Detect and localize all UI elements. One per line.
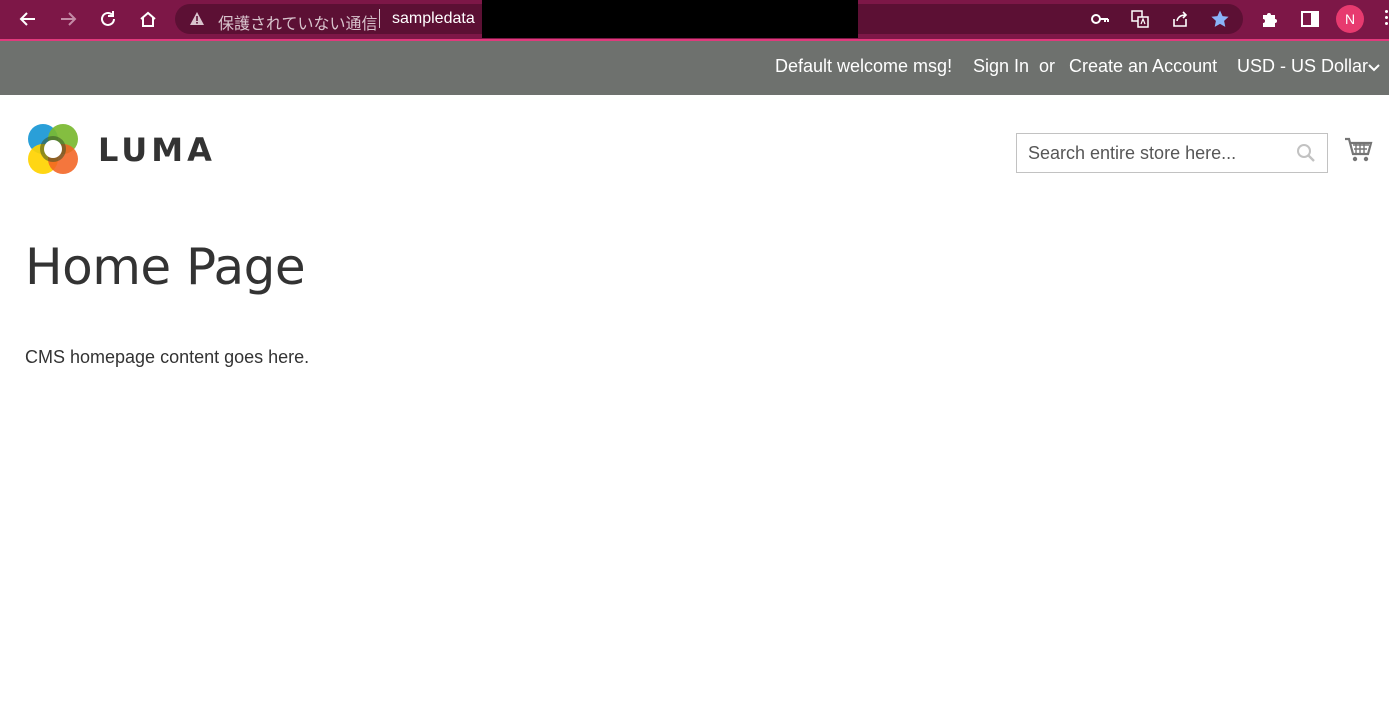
divider [379,9,380,28]
redacted-block [482,0,858,38]
welcome-message: Default welcome msg! [775,56,953,76]
back-button[interactable] [15,6,41,32]
browser-menu-icon[interactable] [1383,10,1389,30]
home-icon [140,11,156,27]
bookmark-star-icon[interactable] [1210,9,1230,29]
puzzle-icon [1263,13,1277,27]
luma-logo-text[interactable]: LUMA [98,131,216,169]
reload-button[interactable] [95,6,121,32]
back-arrow-icon [19,12,35,26]
share-icon[interactable] [1170,9,1190,29]
page-title: Home Page [25,238,306,296]
create-account-link[interactable]: Create an Account [1069,56,1217,77]
forward-button[interactable] [55,6,81,32]
home-button[interactable] [135,6,161,32]
warning-icon [190,12,204,25]
address-bar[interactable]: 保護されていない通信 sampledata [175,0,1243,38]
search-input[interactable] [1017,134,1327,172]
cms-content-text: CMS homepage content goes here. [25,347,310,367]
password-key-icon[interactable] [1090,9,1110,29]
chevron-down-icon[interactable] [1367,63,1381,73]
shopping-cart-icon[interactable] [1344,135,1374,165]
side-panel-icon [1301,11,1319,27]
or-label: or [1039,56,1056,76]
extensions-button[interactable] [1258,7,1282,31]
browser-toolbar: 保護されていない通信 sampledata N [0,0,1389,41]
search-box [1016,133,1328,173]
sign-in-link[interactable]: Sign In [973,56,1029,77]
side-panel-button[interactable] [1298,7,1322,31]
reload-icon [101,11,115,26]
translate-icon[interactable] [1130,9,1150,29]
store-top-panel: Default welcome msg! Sign In or Create a… [0,41,1389,95]
forward-arrow-icon [61,12,77,26]
luma-logo-icon[interactable] [25,122,81,178]
currency-switcher[interactable]: USD - US Dollar [1237,56,1368,77]
search-icon[interactable] [1296,143,1316,163]
security-status-label: 保護されていない通信 [218,16,378,33]
profile-avatar[interactable]: N [1336,5,1364,33]
url-text: sampledata [392,10,475,27]
